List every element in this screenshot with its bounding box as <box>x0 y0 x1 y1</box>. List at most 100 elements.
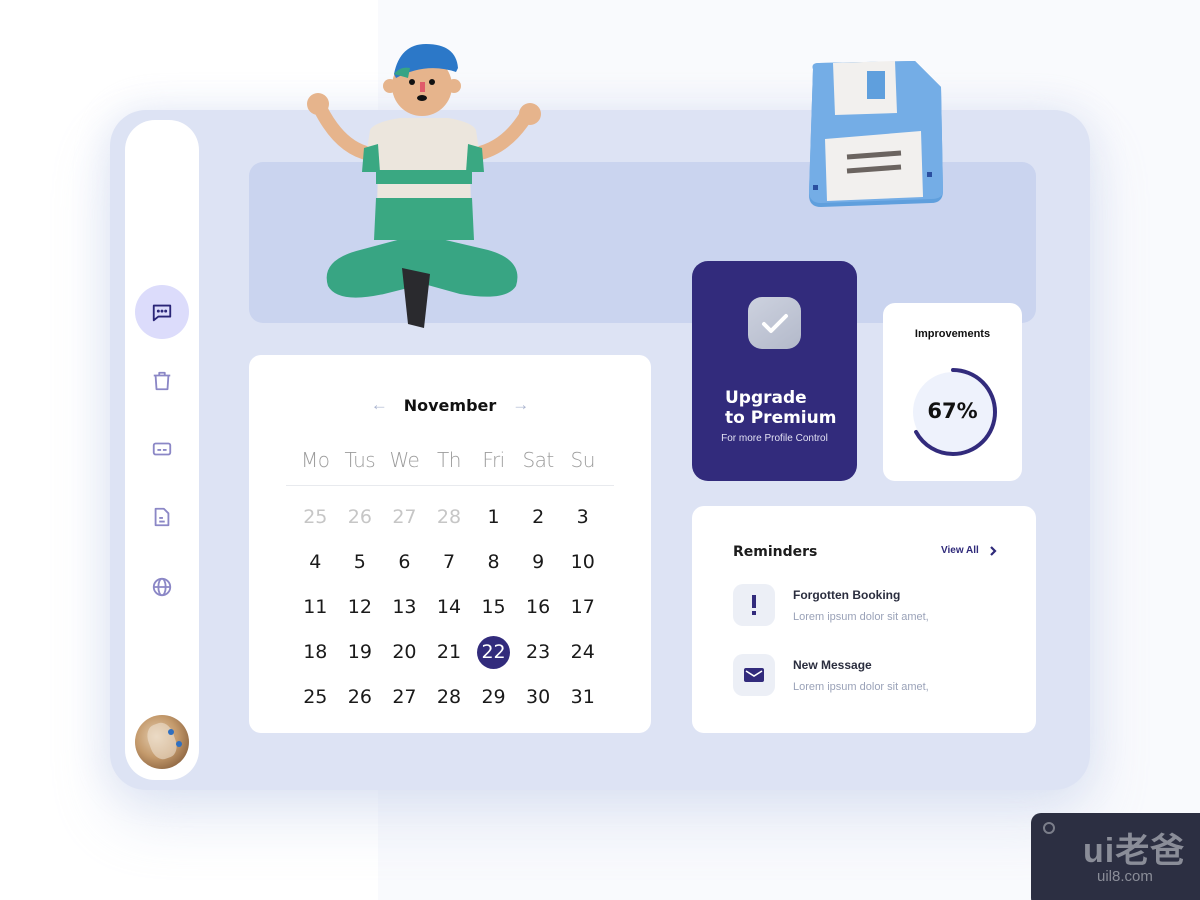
calendar-cell: 4 <box>293 546 338 591</box>
calendar-day[interactable]: 9 <box>521 546 555 578</box>
calendar-cell: 28 <box>427 681 472 726</box>
calendar-day[interactable]: 24 <box>566 636 600 668</box>
calendar-day[interactable]: 26 <box>343 681 377 713</box>
calendar-day[interactable]: 6 <box>387 546 421 578</box>
calendar-day[interactable]: 7 <box>432 546 466 578</box>
calendar-day-selected[interactable]: 22 <box>477 636 511 669</box>
watermark-badge: ui老爸 uil8.com <box>1031 813 1200 900</box>
calendar-day[interactable]: 27 <box>387 681 421 713</box>
avatar-photo-detail <box>168 729 174 735</box>
sidebar-item-messages[interactable] <box>135 285 189 339</box>
reminder-subtitle: Lorem ipsum dolor sit amet, <box>793 681 929 693</box>
calendar-day[interactable]: 15 <box>477 591 511 623</box>
credit-card-icon <box>152 442 172 456</box>
calendar-cell: 1 <box>471 501 516 546</box>
view-all-label: View All <box>941 545 979 556</box>
calendar-day[interactable]: 20 <box>387 636 421 668</box>
view-all-link[interactable]: View All <box>941 545 997 556</box>
calendar-cell: 13 <box>382 591 427 636</box>
calendar-cell: 26 <box>338 681 383 726</box>
calendar-day[interactable]: 28 <box>432 681 466 713</box>
weekday-label: Tus <box>344 448 376 472</box>
next-month-button[interactable]: → <box>512 395 529 415</box>
document-icon <box>154 507 170 527</box>
calendar-day[interactable]: 2 <box>521 501 555 533</box>
reminder-item[interactable]: New Message Lorem ipsum dolor sit amet, <box>733 654 1013 698</box>
improvements-percent: 67% <box>927 399 978 423</box>
reminders-title: Reminders <box>733 544 818 560</box>
improvements-card: Improvements 67% <box>883 303 1022 481</box>
calendar-day[interactable]: 12 <box>343 591 377 623</box>
calendar-cell: 22 <box>471 636 516 681</box>
calendar-day[interactable]: 5 <box>343 546 377 578</box>
calendar-day[interactable]: 23 <box>521 636 555 668</box>
weekday-label: Sat <box>522 448 554 472</box>
reminder-icon-box <box>733 654 775 696</box>
chevron-right-icon <box>990 545 997 556</box>
upgrade-premium-card[interactable]: Upgrade to Premium For more Profile Cont… <box>692 261 857 481</box>
calendar-day[interactable]: 26 <box>343 501 377 533</box>
calendar-day[interactable]: 3 <box>566 501 600 533</box>
checkmark-badge <box>748 297 801 349</box>
calendar-day[interactable]: 25 <box>298 501 332 533</box>
reminder-title: New Message <box>793 658 872 672</box>
sidebar-item-payments[interactable] <box>135 422 189 476</box>
calendar-cell: 24 <box>560 636 605 681</box>
calendar-cell: 26 <box>338 501 383 546</box>
checkmark-icon <box>761 314 788 333</box>
calendar-cell: 12 <box>338 591 383 636</box>
calendar-cell: 11 <box>293 591 338 636</box>
weekday-label: Fri <box>482 448 505 472</box>
calendar-cell: 10 <box>560 546 605 591</box>
weekday-label: Su <box>570 448 596 472</box>
calendar-cell: 16 <box>516 591 561 636</box>
calendar-cell: 27 <box>382 681 427 726</box>
calendar-cell: 29 <box>471 681 516 726</box>
calendar-day[interactable]: 17 <box>566 591 600 623</box>
trash-icon <box>153 371 171 391</box>
premium-subtitle: For more Profile Control <box>721 433 828 444</box>
calendar-day[interactable]: 11 <box>298 591 332 623</box>
weekday-row: Mo Tus We Th Fri Sat Su <box>293 448 605 472</box>
calendar-cell: 31 <box>560 681 605 726</box>
calendar-day[interactable]: 31 <box>566 681 600 713</box>
calendar-day[interactable]: 25 <box>298 681 332 713</box>
calendar-cell: 20 <box>382 636 427 681</box>
calendar-day[interactable]: 29 <box>477 681 511 713</box>
improvements-label: Improvements <box>914 328 991 340</box>
calendar-day[interactable]: 4 <box>298 546 332 578</box>
user-avatar[interactable] <box>135 715 189 769</box>
calendar-cell: 15 <box>471 591 516 636</box>
calendar-day[interactable]: 13 <box>387 591 421 623</box>
sidebar-item-documents[interactable] <box>135 490 189 544</box>
calendar-cell: 9 <box>516 546 561 591</box>
calendar-day[interactable]: 21 <box>432 636 466 668</box>
reminder-item[interactable]: Forgotten Booking Lorem ipsum dolor sit … <box>733 584 1013 628</box>
calendar-day[interactable]: 30 <box>521 681 555 713</box>
calendar-day[interactable]: 16 <box>521 591 555 623</box>
calendar-day[interactable]: 27 <box>387 501 421 533</box>
meditating-person-illustration <box>307 44 541 328</box>
calendar-day[interactable]: 28 <box>432 501 466 533</box>
calendar-cell: 14 <box>427 591 472 636</box>
premium-title: Upgrade to Premium <box>725 388 836 428</box>
calendar-day[interactable]: 14 <box>432 591 466 623</box>
sidebar-item-trash[interactable] <box>135 354 189 408</box>
calendar-day[interactable]: 18 <box>298 636 332 668</box>
calendar-cell: 18 <box>293 636 338 681</box>
reminders-card: Reminders View All Forgotten Booking Lor… <box>692 506 1036 733</box>
sidebar-item-web[interactable] <box>135 560 189 614</box>
calendar-cell: 19 <box>338 636 383 681</box>
weekday-label: We <box>389 448 420 472</box>
calendar-cell: 30 <box>516 681 561 726</box>
calendar-cell: 21 <box>427 636 472 681</box>
calendar-cell: 3 <box>560 501 605 546</box>
calendar-day[interactable]: 8 <box>477 546 511 578</box>
watermark-logo: ui老爸 <box>1083 832 1186 870</box>
calendar-day[interactable]: 19 <box>343 636 377 668</box>
prev-month-button[interactable]: ← <box>371 395 388 415</box>
chat-bubble-icon <box>152 304 172 322</box>
calendar-day[interactable]: 1 <box>477 501 511 533</box>
avatar-photo-detail <box>143 719 181 763</box>
calendar-day[interactable]: 10 <box>566 546 600 578</box>
